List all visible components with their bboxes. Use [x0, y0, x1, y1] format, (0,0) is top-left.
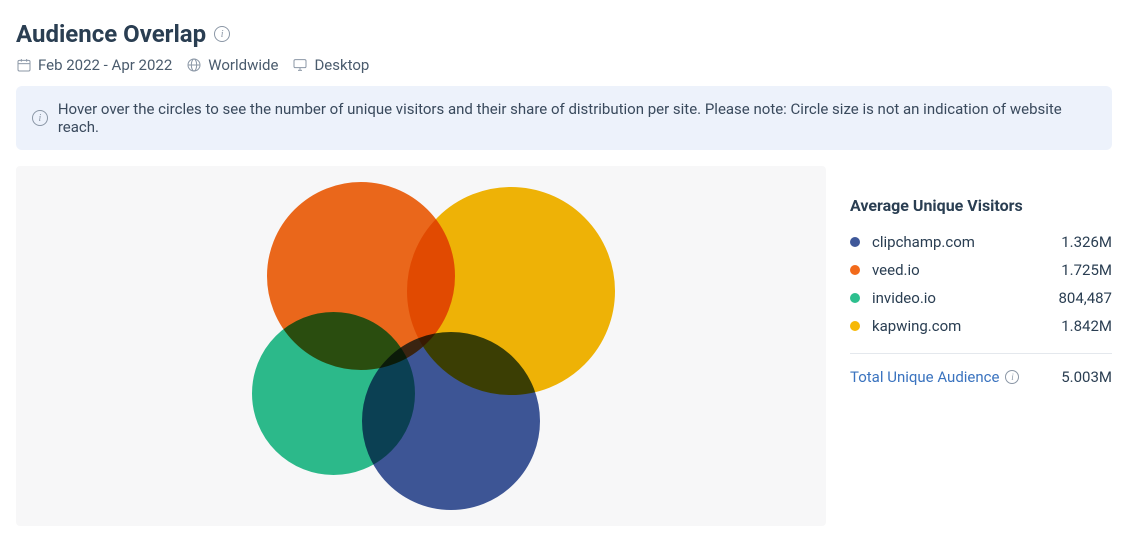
globe-icon [186, 57, 202, 73]
legend-item[interactable]: kapwing.com 1.842M [850, 317, 1112, 335]
total-row: Total Unique Audience i 5.003M [850, 368, 1112, 386]
legend-dot [850, 293, 860, 303]
legend-item[interactable]: veed.io 1.725M [850, 261, 1112, 279]
info-notice: i Hover over the circles to see the numb… [16, 86, 1112, 150]
legend-dot [850, 237, 860, 247]
total-label[interactable]: Total Unique Audience i [850, 368, 1061, 386]
page-title: Audience Overlap [16, 20, 206, 48]
desktop-icon [292, 57, 308, 73]
total-label-text: Total Unique Audience [850, 368, 999, 386]
venn-circle-clipchamp[interactable] [361, 331, 541, 511]
legend-value: 804,487 [1058, 289, 1112, 307]
legend-label: clipchamp.com [872, 233, 1061, 251]
venn-chart-panel [16, 166, 826, 526]
info-icon[interactable]: i [1005, 370, 1019, 384]
legend-list: clipchamp.com 1.326M veed.io 1.725M invi… [850, 233, 1112, 335]
info-icon[interactable]: i [214, 26, 230, 42]
divider [850, 353, 1112, 354]
legend-item[interactable]: clipchamp.com 1.326M [850, 233, 1112, 251]
legend-value: 1.842M [1061, 317, 1112, 335]
legend-dot [850, 321, 860, 331]
region-label: Worldwide [208, 56, 278, 74]
total-value: 5.003M [1061, 368, 1112, 386]
legend-value: 1.326M [1061, 233, 1112, 251]
legend-dot [850, 265, 860, 275]
title-row: Audience Overlap i [16, 20, 1112, 48]
legend-item[interactable]: invideo.io 804,487 [850, 289, 1112, 307]
filters-bar: Feb 2022 - Apr 2022 Worldwide Desktop [16, 56, 1112, 74]
legend-label: kapwing.com [872, 317, 1061, 335]
venn-diagram[interactable] [236, 176, 606, 516]
date-range-filter[interactable]: Feb 2022 - Apr 2022 [16, 56, 172, 74]
device-label: Desktop [314, 56, 369, 74]
date-range-label: Feb 2022 - Apr 2022 [38, 56, 172, 74]
legend-label: veed.io [872, 261, 1061, 279]
header: Audience Overlap i Feb 2022 - Apr 2022 W… [16, 20, 1112, 74]
notice-text: Hover over the circles to see the number… [58, 100, 1096, 136]
region-filter[interactable]: Worldwide [186, 56, 278, 74]
legend-title: Average Unique Visitors [850, 196, 1112, 215]
calendar-icon [16, 57, 32, 73]
content: Average Unique Visitors clipchamp.com 1.… [16, 166, 1112, 526]
device-filter[interactable]: Desktop [292, 56, 369, 74]
info-icon: i [32, 110, 48, 126]
legend-label: invideo.io [872, 289, 1058, 307]
legend-value: 1.725M [1061, 261, 1112, 279]
legend-panel: Average Unique Visitors clipchamp.com 1.… [850, 166, 1112, 526]
